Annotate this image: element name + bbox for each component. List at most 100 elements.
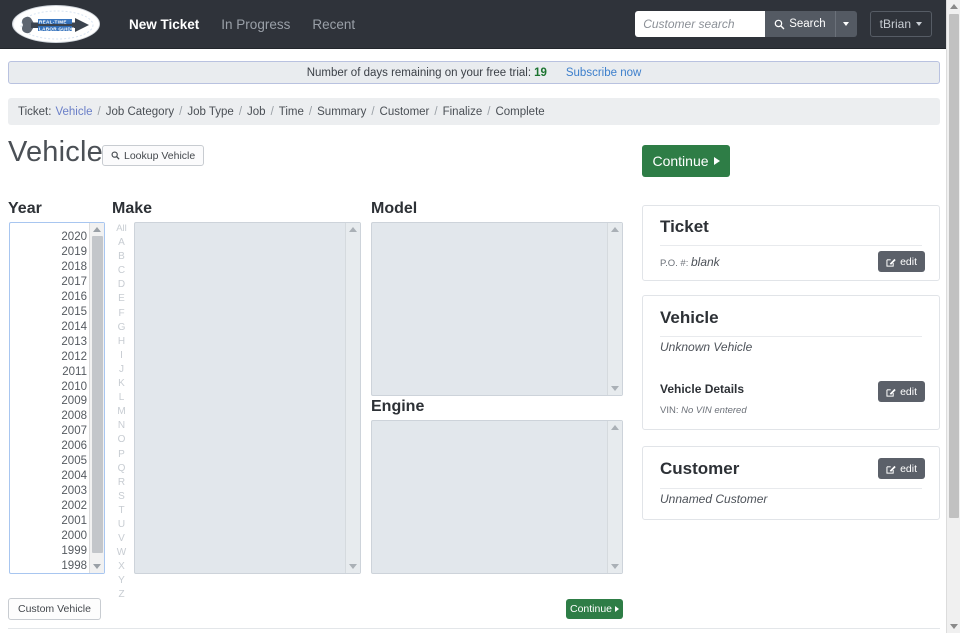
year-option[interactable]: 2006 — [61, 439, 87, 454]
year-option[interactable]: 2016 — [61, 290, 87, 305]
year-option[interactable]: 2000 — [61, 529, 87, 544]
continue-button-top[interactable]: Continue — [642, 145, 730, 177]
year-option[interactable]: 2007 — [61, 424, 87, 439]
year-option[interactable]: 2020 — [61, 230, 87, 245]
model-listbox-scrollbar[interactable] — [607, 223, 622, 395]
navbar-right-group: Search tBrian — [635, 11, 932, 37]
alpha-index-a[interactable]: A — [118, 236, 125, 250]
breadcrumb-label: Ticket: — [18, 105, 52, 118]
subscribe-now-link[interactable]: Subscribe now — [566, 67, 641, 79]
alpha-index-all[interactable]: All — [116, 222, 127, 236]
year-option[interactable]: 2009 — [61, 394, 87, 409]
year-option[interactable]: 2010 — [61, 380, 87, 395]
alpha-index-x[interactable]: X — [118, 560, 125, 574]
year-option[interactable]: 2004 — [61, 469, 87, 484]
window-scrollbar[interactable] — [946, 0, 960, 633]
year-option[interactable]: 2014 — [61, 320, 87, 335]
year-option[interactable]: 2003 — [61, 484, 87, 499]
scroll-down-arrow-icon[interactable] — [349, 564, 357, 569]
year-option[interactable]: 2018 — [61, 260, 87, 275]
year-option[interactable]: 2013 — [61, 335, 87, 350]
scroll-up-arrow-icon[interactable] — [93, 227, 101, 232]
user-menu-button[interactable]: tBrian — [869, 11, 932, 37]
scroll-up-arrow-icon[interactable] — [611, 425, 619, 430]
alpha-index-p[interactable]: P — [118, 448, 125, 462]
scroll-down-arrow-icon[interactable] — [949, 624, 958, 629]
window-scrollbar-thumb[interactable] — [949, 14, 959, 518]
brand-logo[interactable]: REAL-TIME LABOR GUIDE — [12, 5, 100, 43]
scroll-up-arrow-icon[interactable] — [349, 227, 357, 232]
breadcrumb-item-vehicle[interactable]: Vehicle — [55, 106, 92, 118]
year-option[interactable]: 2012 — [61, 350, 87, 365]
alpha-index-e[interactable]: E — [118, 292, 125, 306]
alpha-index-r[interactable]: R — [118, 476, 125, 490]
scroll-down-arrow-icon[interactable] — [93, 564, 101, 569]
alpha-index-c[interactable]: C — [118, 264, 125, 278]
model-listbox[interactable] — [371, 222, 623, 396]
alpha-index-q[interactable]: Q — [118, 462, 126, 476]
nav-link-in-progress[interactable]: In Progress — [210, 0, 301, 49]
year-option[interactable]: 2011 — [62, 365, 87, 380]
continue-button-bottom[interactable]: Continue — [566, 599, 623, 619]
alpha-index-s[interactable]: S — [118, 490, 125, 504]
alpha-index-u[interactable]: U — [118, 518, 125, 532]
engine-listbox-scrollbar[interactable] — [607, 421, 622, 573]
breadcrumb-item-finalize[interactable]: Finalize — [443, 106, 483, 118]
make-listbox-scrollbar[interactable] — [345, 223, 360, 573]
nav-link-recent[interactable]: Recent — [301, 0, 366, 49]
breadcrumb-item-time[interactable]: Time — [279, 106, 304, 118]
alpha-index-o[interactable]: O — [118, 433, 126, 447]
search-button[interactable]: Search — [765, 11, 835, 37]
year-option[interactable]: 2017 — [61, 275, 87, 290]
make-listbox[interactable] — [134, 222, 361, 574]
alpha-index-l[interactable]: L — [119, 391, 125, 405]
year-option[interactable]: 2019 — [61, 245, 87, 260]
lookup-vehicle-label: Lookup Vehicle — [124, 149, 196, 162]
alpha-index-d[interactable]: D — [118, 278, 125, 292]
make-alphabet-index[interactable]: All A B C D E F G H I J K L M N O P Q R S T U V W X Y Z — [112, 222, 131, 600]
alpha-index-g[interactable]: G — [118, 321, 126, 335]
breadcrumb-item-complete[interactable]: Complete — [495, 106, 544, 118]
nav-link-new-ticket[interactable]: New Ticket — [118, 0, 210, 49]
alpha-index-y[interactable]: Y — [118, 574, 125, 588]
engine-listbox[interactable] — [371, 420, 623, 574]
scroll-up-arrow-icon[interactable] — [949, 4, 958, 9]
alpha-index-w[interactable]: W — [117, 546, 126, 560]
alpha-index-v[interactable]: V — [118, 532, 125, 546]
scroll-down-arrow-icon[interactable] — [611, 386, 619, 391]
alpha-index-t[interactable]: T — [118, 504, 124, 518]
search-dropdown-toggle[interactable] — [834, 11, 857, 37]
scrollbar-thumb[interactable] — [92, 236, 103, 553]
year-option[interactable]: 2008 — [61, 409, 87, 424]
alpha-index-z[interactable]: Z — [118, 588, 124, 602]
alpha-index-k[interactable]: K — [118, 377, 125, 391]
ticket-edit-button[interactable]: edit — [878, 251, 925, 272]
alpha-index-i[interactable]: I — [120, 349, 123, 363]
breadcrumb-item-job[interactable]: Job — [247, 106, 266, 118]
year-option[interactable]: 1998 — [61, 559, 87, 573]
lookup-vehicle-button[interactable]: Lookup Vehicle — [102, 145, 205, 166]
breadcrumb-item-customer[interactable]: Customer — [380, 106, 430, 118]
scroll-down-arrow-icon[interactable] — [611, 564, 619, 569]
year-listbox[interactable]: 2020 2019 2018 2017 2016 2015 2014 2013 2012 2011… — [9, 222, 105, 574]
year-option[interactable]: 1999 — [61, 544, 87, 559]
alpha-index-n[interactable]: N — [118, 419, 125, 433]
scroll-up-arrow-icon[interactable] — [611, 227, 619, 232]
alpha-index-j[interactable]: J — [119, 363, 124, 377]
vehicle-edit-button[interactable]: edit — [878, 381, 925, 402]
alpha-index-h[interactable]: H — [118, 335, 125, 349]
year-listbox-scrollbar[interactable] — [89, 223, 104, 573]
customer-search-input[interactable] — [635, 11, 766, 37]
year-option[interactable]: 2005 — [61, 454, 87, 469]
year-option[interactable]: 2002 — [61, 499, 87, 514]
breadcrumb-item-summary[interactable]: Summary — [317, 106, 366, 118]
customer-edit-button[interactable]: edit — [878, 458, 925, 479]
breadcrumb-item-job-category[interactable]: Job Category — [106, 106, 174, 118]
year-option[interactable]: 2015 — [61, 305, 87, 320]
breadcrumb-item-job-type[interactable]: Job Type — [187, 106, 233, 118]
alpha-index-b[interactable]: B — [118, 250, 125, 264]
alpha-index-f[interactable]: F — [118, 307, 124, 321]
alpha-index-m[interactable]: M — [117, 405, 125, 419]
custom-vehicle-button[interactable]: Custom Vehicle — [8, 598, 101, 620]
year-option[interactable]: 2001 — [61, 514, 87, 529]
